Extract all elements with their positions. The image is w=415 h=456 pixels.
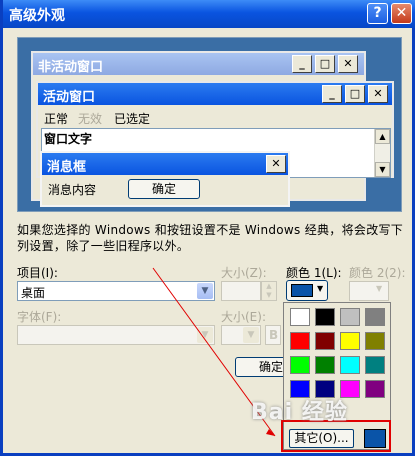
watermark: Bai 经验 [251, 400, 348, 425]
advanced-appearance-dialog: 高级外观 ? ✕ 非活动窗口 _ □ ✕ 活动窗口 _ □ ✕ 正常 无效 已选… [0, 0, 415, 456]
annotation-arrow [152, 267, 276, 437]
